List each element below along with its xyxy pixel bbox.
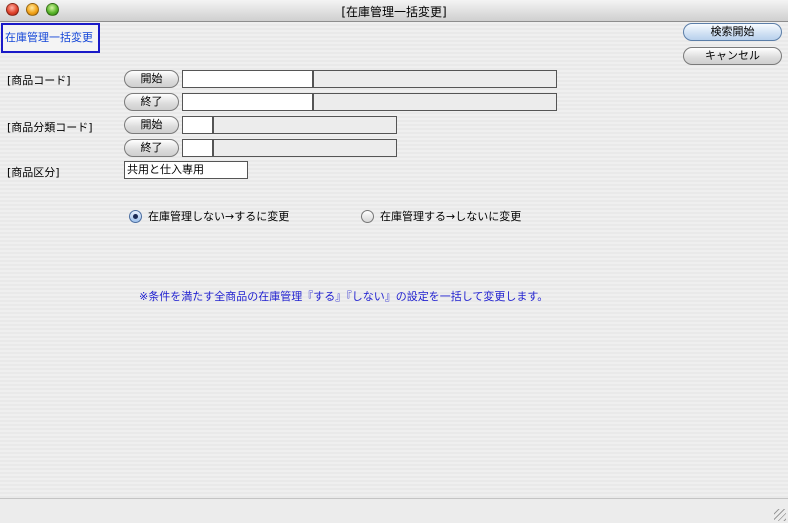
product-type-select[interactable]: 共用と仕入専用 <box>124 161 248 179</box>
product-code-start-button[interactable]: 開始 <box>124 70 179 88</box>
radio-option-enable[interactable]: 在庫管理しない→するに変更 <box>129 208 289 224</box>
product-code-start-input[interactable] <box>182 70 313 88</box>
radio-option-disable-label: 在庫管理する→しないに変更 <box>380 210 522 223</box>
category-code-end-name <box>213 139 397 157</box>
product-code-end-name <box>313 93 557 111</box>
radio-unselected-icon[interactable] <box>361 209 374 223</box>
category-code-end-input[interactable] <box>182 139 213 157</box>
radio-option-disable[interactable]: 在庫管理する→しないに変更 <box>361 208 521 224</box>
product-code-start-name <box>313 70 557 88</box>
product-code-label: [商品コード] <box>7 74 71 87</box>
radio-option-enable-label: 在庫管理しない→するに変更 <box>148 210 290 223</box>
radio-selected-icon[interactable] <box>129 209 142 223</box>
product-type-label: [商品区分] <box>7 166 60 179</box>
window-titlebar: [在庫管理一括変更] <box>0 0 788 22</box>
status-bar <box>0 498 788 523</box>
category-code-label: [商品分類コード] <box>7 121 93 134</box>
note-text: ※条件を満たす全商品の在庫管理『する』『しない』の設定を一括して変更します。 <box>139 290 549 303</box>
screen-title: 在庫管理一括変更 <box>1 23 100 53</box>
product-code-end-button[interactable]: 終了 <box>124 93 179 111</box>
category-code-end-button[interactable]: 終了 <box>124 139 179 157</box>
cancel-button[interactable]: キャンセル <box>683 47 782 65</box>
search-start-button[interactable]: 検索開始 <box>683 23 782 41</box>
category-code-start-name <box>213 116 397 134</box>
category-code-start-input[interactable] <box>182 116 213 134</box>
form-area: 在庫管理一括変更 検索開始 キャンセル [商品コード] 開始 終了 [商品分類コ… <box>0 22 788 522</box>
window-title: [在庫管理一括変更] <box>341 5 447 19</box>
resize-grip-icon[interactable] <box>774 509 786 521</box>
category-code-start-button[interactable]: 開始 <box>124 116 179 134</box>
product-code-end-input[interactable] <box>182 93 313 111</box>
